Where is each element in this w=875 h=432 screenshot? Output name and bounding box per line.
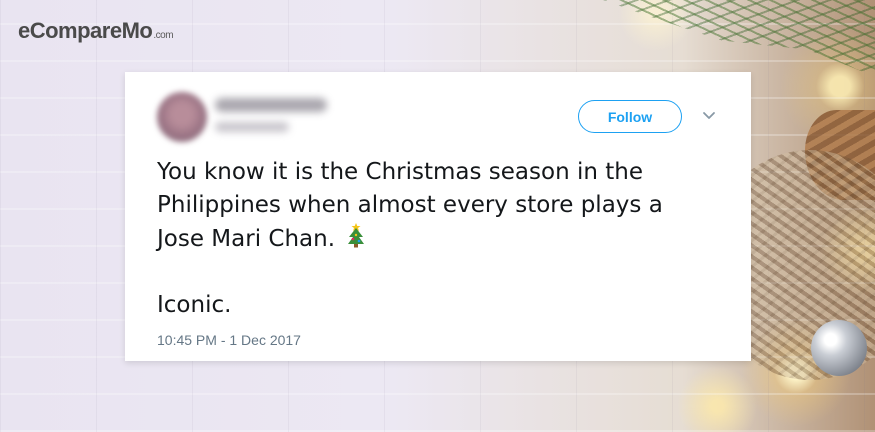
tweet-line-3-text: Jose Mari Chan.	[157, 226, 336, 252]
tweet-timestamp[interactable]: 10:45 PM - 1 Dec 2017	[157, 332, 301, 348]
blurred-username[interactable]	[215, 122, 289, 132]
follow-button[interactable]: Follow	[578, 100, 682, 133]
chevron-down-icon[interactable]	[700, 106, 718, 124]
avatar[interactable]	[157, 92, 207, 142]
logo-suffix: .com	[153, 30, 174, 41]
logo-text: eCompareMo	[18, 18, 153, 43]
tweet-line-2: Philippines when almost every store play…	[157, 192, 663, 218]
ecomparemo-logo: eCompareMo.com	[18, 18, 174, 44]
tweet-line-1: You know it is the Christmas season in t…	[157, 159, 643, 185]
tweet-text: You know it is the Christmas season in t…	[157, 156, 717, 322]
tweet-line-3: Jose Mari Chan.	[157, 222, 717, 256]
blurred-display-name[interactable]	[215, 98, 327, 112]
silver-ornament-decoration	[811, 320, 867, 376]
christmas-tree-icon	[348, 223, 365, 248]
tweet-line-4: Iconic.	[157, 292, 232, 318]
tweet-card: Follow You know it is the Christmas seas…	[125, 72, 751, 361]
